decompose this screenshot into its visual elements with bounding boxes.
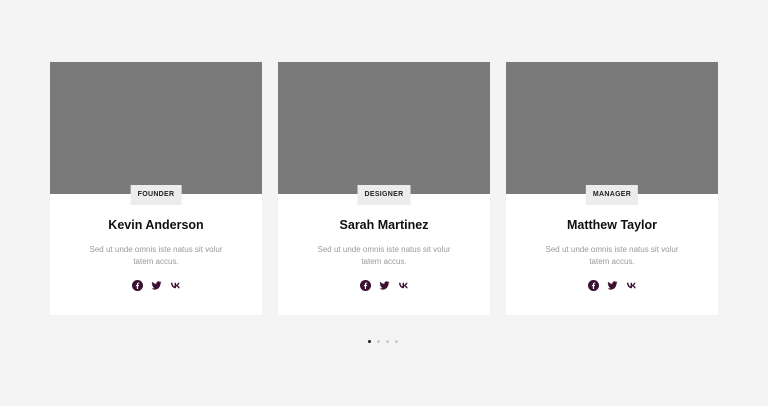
pagination-dot-1[interactable] xyxy=(368,340,371,343)
twitter-icon[interactable] xyxy=(150,280,162,291)
team-carousel: FOUNDER Kevin Anderson Sed ut unde omnis… xyxy=(50,62,718,315)
vk-icon[interactable] xyxy=(626,280,637,291)
member-photo-placeholder xyxy=(278,62,490,194)
member-photo-placeholder xyxy=(506,62,718,194)
facebook-icon[interactable] xyxy=(359,280,371,291)
pagination-dot-3[interactable] xyxy=(386,340,389,343)
facebook-icon[interactable] xyxy=(587,280,599,291)
vk-icon[interactable] xyxy=(398,280,409,291)
pagination-dot-2[interactable] xyxy=(377,340,380,343)
team-section: FOUNDER Kevin Anderson Sed ut unde omnis… xyxy=(0,0,768,406)
member-name: Matthew Taylor xyxy=(566,218,658,232)
social-links xyxy=(278,280,490,291)
team-card: DESIGNER Sarah Martinez Sed ut unde omni… xyxy=(278,62,490,315)
member-photo-placeholder xyxy=(50,62,262,194)
role-badge: FOUNDER xyxy=(130,185,182,205)
member-bio: Sed ut unde omnis iste natus sit volur t… xyxy=(89,245,223,266)
pagination-dot-4[interactable] xyxy=(395,340,398,343)
member-bio: Sed ut unde omnis iste natus sit volur t… xyxy=(317,245,451,266)
facebook-icon[interactable] xyxy=(131,280,143,291)
vk-icon[interactable] xyxy=(170,280,181,291)
role-badge: DESIGNER xyxy=(357,185,411,205)
carousel-pagination xyxy=(368,340,398,343)
team-card: FOUNDER Kevin Anderson Sed ut unde omnis… xyxy=(50,62,262,315)
team-card: MANAGER Matthew Taylor Sed ut unde omnis… xyxy=(506,62,718,315)
twitter-icon[interactable] xyxy=(606,280,618,291)
twitter-icon[interactable] xyxy=(378,280,390,291)
social-links xyxy=(50,280,262,291)
social-links xyxy=(506,280,718,291)
role-badge: MANAGER xyxy=(585,185,639,205)
member-name: Sarah Martinez xyxy=(339,218,429,232)
member-name: Kevin Anderson xyxy=(108,218,204,232)
member-bio: Sed ut unde omnis iste natus sit volur t… xyxy=(545,245,679,266)
